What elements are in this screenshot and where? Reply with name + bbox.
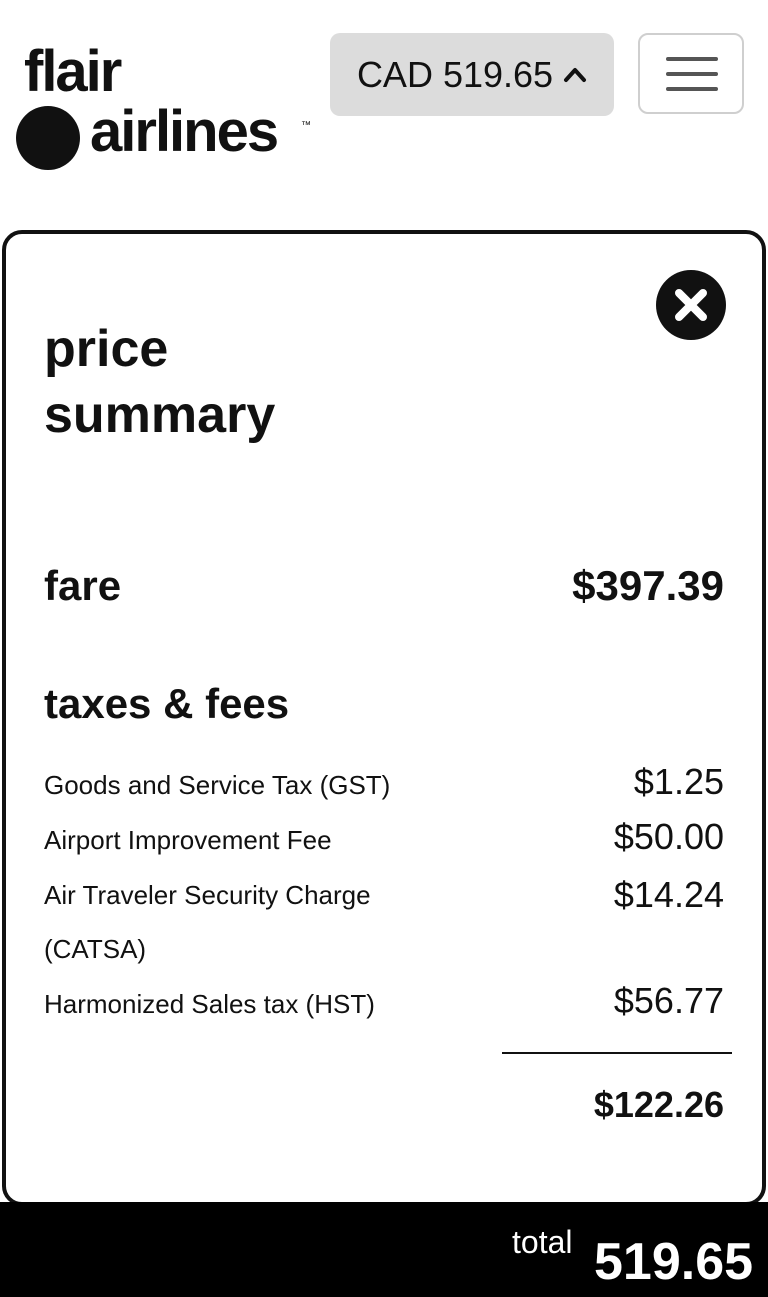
fee-label: Harmonized Sales tax (HST): [44, 989, 375, 1019]
logo-text-airlines: airlines: [90, 99, 279, 164]
fee-value: $50.00: [613, 816, 724, 857]
menu-line-icon: [666, 87, 718, 91]
fee-row: Harmonized Sales tax (HST) $56.77: [44, 977, 724, 1031]
title-line-1: price: [44, 320, 169, 378]
taxes-fees-title: taxes & fees: [44, 680, 290, 727]
total-value: 519.65: [594, 1233, 754, 1291]
close-icon: [675, 289, 707, 321]
chevron-up-icon: [564, 67, 587, 82]
total-bar: total 519.65: [0, 1202, 768, 1297]
taxes-subtotal: $122.26: [593, 1084, 724, 1125]
price-summary-panel: price summary fare $397.39 taxes & fees …: [2, 230, 766, 1206]
page-title: price summary: [44, 316, 275, 448]
fare-row: fare $397.39: [44, 562, 724, 610]
fee-value: $14.24: [613, 874, 724, 915]
fee-value: $1.25: [633, 761, 724, 802]
close-button[interactable]: [656, 270, 726, 340]
fee-row: Air Traveler Security Charge (CATSA) $14…: [44, 868, 724, 976]
flair-airlines-logo[interactable]: flair airlines ™: [16, 40, 316, 180]
fee-row: Goods and Service Tax (GST) $1.25: [44, 758, 724, 812]
subtotal-divider: [502, 1052, 732, 1054]
fee-label: Air Traveler Security Charge (CATSA): [44, 880, 371, 964]
price-summary-toggle-button[interactable]: CAD 519.65: [330, 33, 614, 116]
fee-label: Goods and Service Tax (GST): [44, 770, 391, 800]
header: flair airlines ™ CAD 519.65: [0, 0, 768, 200]
logo-text-flair: flair: [24, 39, 122, 104]
title-line-2: summary: [44, 386, 276, 444]
fare-value: $397.39: [572, 562, 724, 609]
fee-row: Airport Improvement Fee $50.00: [44, 813, 724, 867]
logo-dot-icon: [16, 106, 80, 170]
menu-line-icon: [666, 57, 718, 61]
fare-label: fare: [44, 562, 122, 609]
hamburger-menu-button[interactable]: [638, 33, 744, 114]
total-label: total: [512, 1224, 573, 1260]
price-button-label: CAD 519.65: [356, 53, 554, 95]
logo-trademark: ™: [301, 120, 311, 131]
fee-label: Airport Improvement Fee: [44, 825, 332, 855]
menu-line-icon: [666, 72, 718, 76]
fee-value: $56.77: [613, 980, 724, 1021]
